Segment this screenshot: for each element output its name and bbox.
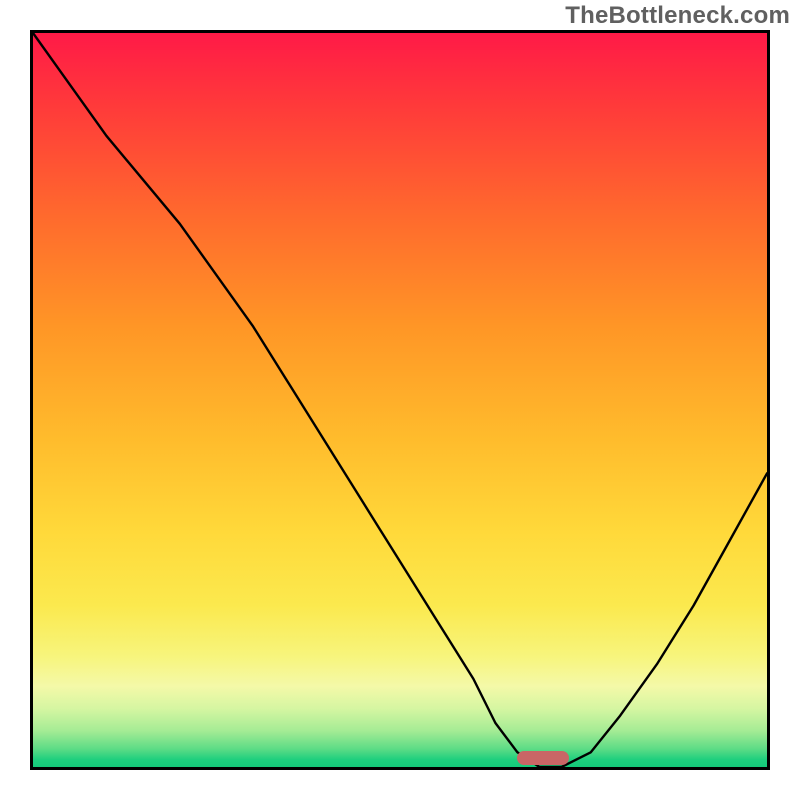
optimal-range-marker (517, 751, 568, 765)
plot-area (30, 30, 770, 770)
curve-layer (33, 33, 767, 767)
chart-frame: TheBottleneck.com (0, 0, 800, 800)
watermark-label: TheBottleneck.com (565, 2, 790, 30)
bottleneck-curve (33, 33, 767, 767)
